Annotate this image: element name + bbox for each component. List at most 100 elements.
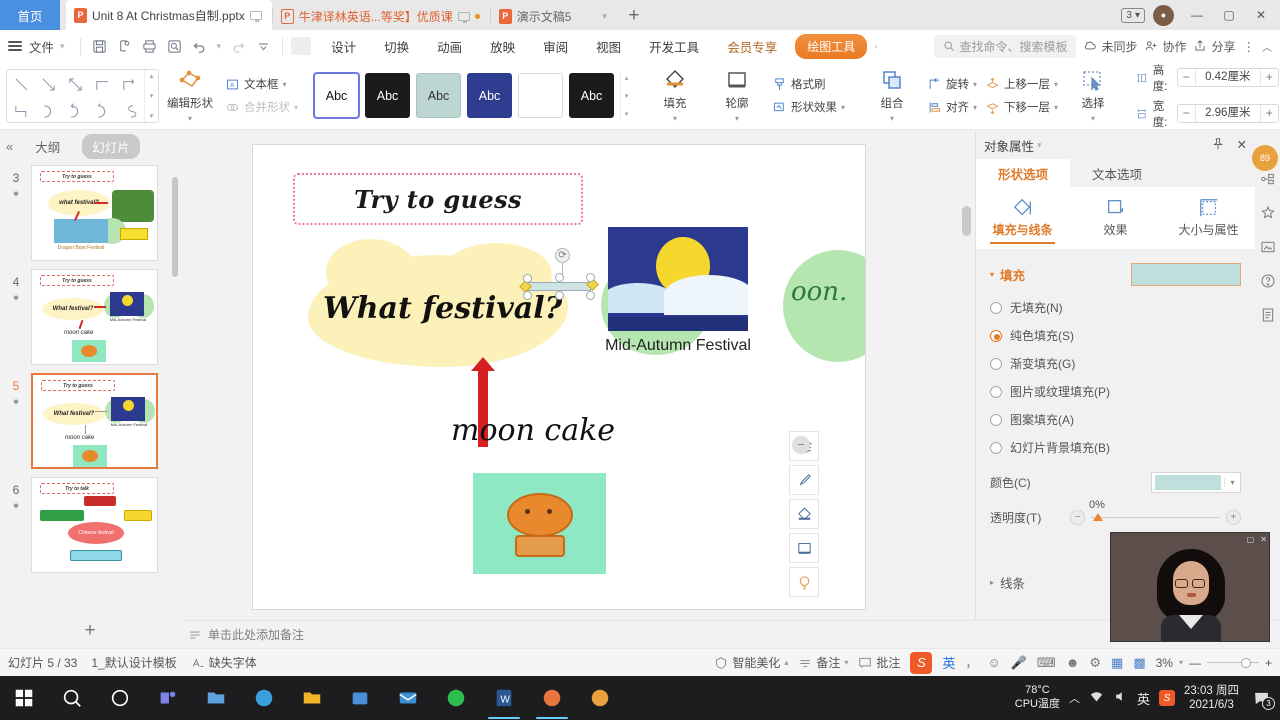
transparency-increase-button[interactable]: + — [1226, 510, 1241, 525]
comment-button[interactable]: 批注 — [858, 654, 900, 671]
slide-thumbnail-6[interactable]: 6 ✷ Try to talk Chinese festival — [0, 473, 180, 577]
format-painter-icon[interactable] — [789, 465, 819, 495]
slide-preview-6[interactable]: Try to talk Chinese festival — [31, 477, 158, 573]
feature-badge[interactable]: 89 — [1252, 145, 1278, 171]
ime-voice-icon[interactable]: 🎤 — [1011, 655, 1027, 671]
radio-picture-texture-fill[interactable]: 图片或纹理填充(P) — [990, 383, 1241, 400]
shape-style-3[interactable]: Abc — [416, 73, 462, 118]
ime-indicator[interactable]: 英 — [1137, 689, 1150, 708]
print-icon[interactable] — [139, 35, 161, 57]
width-decrease-button[interactable]: − — [1178, 105, 1195, 122]
webcam-maximize-icon[interactable]: ▢ — [1247, 535, 1255, 544]
close-button[interactable]: ✕ — [1246, 0, 1276, 30]
ribbon-tab-slideshow[interactable]: 放映 — [476, 32, 529, 61]
fill-icon[interactable] — [789, 499, 819, 529]
shape-gallery[interactable]: ▴ ▾ ▾ — [6, 68, 159, 123]
zoom-in-button[interactable]: + — [1265, 656, 1272, 670]
fill-button[interactable]: 填充 ▾ — [644, 67, 706, 125]
shape-style-4[interactable]: Abc — [467, 73, 513, 118]
new-tab-button[interactable]: + — [617, 2, 651, 30]
moon-cake-text[interactable]: moon cake — [451, 413, 615, 448]
sogou-tray-icon[interactable]: S — [1159, 690, 1176, 706]
home-tab[interactable]: 首页 — [0, 0, 60, 30]
document-tools-icon[interactable] — [1258, 305, 1278, 325]
document-tab-3[interactable]: P 演示文稿5 ▾ — [490, 2, 617, 30]
template-name[interactable]: 1_默认设计模板 — [91, 654, 176, 671]
shape-gallery-scrollbar[interactable]: ▴ ▾ ▾ — [144, 69, 158, 122]
search-box[interactable]: 查找命令、搜索模板 — [934, 34, 1077, 58]
ime-user-icon[interactable]: ☻ — [1066, 655, 1080, 670]
task-view-button[interactable] — [96, 676, 144, 720]
subtab-size-properties[interactable]: 大小与属性 — [1162, 195, 1255, 249]
undo-dropdown-icon[interactable]: ▾ — [214, 41, 225, 52]
network-icon[interactable] — [1089, 689, 1104, 707]
teams-app[interactable] — [144, 676, 192, 720]
ribbon-tab-member[interactable]: 会员专享 — [713, 32, 791, 61]
word-app[interactable]: W — [480, 676, 528, 720]
zoom-out-button[interactable]: — — [1189, 656, 1201, 670]
undo-icon[interactable] — [189, 35, 211, 57]
shape-elbow-connector-icon[interactable] — [89, 71, 116, 98]
scroll-more-icon[interactable]: ▾ — [150, 112, 154, 120]
view-sorter-icon[interactable]: ▩ — [1133, 655, 1145, 671]
slide-thumbnail-3[interactable]: 3 ✷ Try to guess what festival? Dragon B… — [0, 161, 180, 265]
width-value[interactable]: 2.96厘米 — [1194, 105, 1261, 122]
chevron-down-icon[interactable]: ▾ — [1034, 140, 1045, 151]
resize-handle-t[interactable] — [555, 273, 564, 282]
format-painter-button[interactable]: 格式刷 — [768, 74, 849, 94]
subtab-fill-and-line[interactable]: 填充与线条 — [976, 195, 1069, 249]
webcam-close-icon[interactable]: ✕ — [1260, 535, 1267, 544]
float-minus-button[interactable]: − — [792, 436, 810, 454]
slide-thumbnail-5[interactable]: 5 ✷ Try to guess What festival? Mid-Autu… — [0, 369, 180, 473]
scroll-up-icon[interactable]: ▴ — [625, 74, 629, 82]
app-menu-icon[interactable] — [8, 38, 22, 53]
ime-keyboard-icon[interactable]: ⌨ — [1037, 655, 1056, 671]
wechat-app[interactable] — [432, 676, 480, 720]
slide-counter[interactable]: 幻灯片 5 / 33 — [8, 654, 77, 671]
fill-section-header[interactable]: ▾ 填充 — [990, 263, 1241, 286]
edge-app[interactable] — [240, 676, 288, 720]
scroll-up-icon[interactable]: ▴ — [150, 72, 154, 80]
mid-autumn-picture[interactable] — [608, 227, 748, 331]
missing-font-status[interactable]: 缺失字体 — [191, 654, 257, 671]
add-slide-button[interactable]: + — [0, 620, 180, 642]
color-dropdown[interactable]: ▾ — [1151, 472, 1241, 493]
shape-style-2[interactable]: Abc — [365, 73, 411, 118]
notification-center-button[interactable]: 3 — [1248, 684, 1275, 712]
find-icon[interactable] — [164, 35, 186, 57]
pin-icon[interactable] — [1211, 137, 1225, 154]
collapse-ribbon-icon[interactable]: ︿ — [1262, 39, 1272, 54]
slide-canvas-area[interactable]: Try to guess What festival? T oon. Mid-A… — [180, 131, 975, 648]
transparency-decrease-button[interactable]: − — [1070, 510, 1085, 525]
slide-preview-5[interactable]: Try to guess What festival? Mid-Autumn F… — [31, 373, 158, 469]
save-icon[interactable] — [89, 35, 111, 57]
slide-preview-3[interactable]: Try to guess what festival? Dragon Boat … — [31, 165, 158, 261]
width-stepper[interactable]: − 2.96厘米 + — [1176, 104, 1279, 123]
slide-preview-4[interactable]: Try to guess What festival? Mid-Autumn F… — [31, 269, 158, 365]
radio-no-fill[interactable]: 无填充(N) — [990, 299, 1241, 316]
transparency-slider[interactable]: − 0% + — [1070, 499, 1241, 525]
merge-shapes-button[interactable]: 合并形状 ▾ — [221, 97, 302, 117]
ribbon-tab-transitions[interactable]: 切换 — [370, 32, 423, 61]
print-preview-icon[interactable] — [114, 35, 136, 57]
subtab-effects[interactable]: 效果 — [1069, 195, 1162, 249]
scroll-more-icon[interactable]: ▾ — [625, 110, 629, 118]
ribbon-scroll-right-icon[interactable]: › — [871, 41, 880, 51]
maximize-button[interactable]: ▢ — [1214, 0, 1244, 30]
store-app[interactable] — [336, 676, 384, 720]
shape-style-1[interactable]: Abc — [313, 72, 361, 119]
transparency-thumb[interactable] — [1093, 513, 1103, 521]
clock[interactable]: 23:03 周四 2021/6/3 — [1184, 684, 1239, 713]
more-options-icon[interactable]: ⋮ — [1243, 39, 1256, 54]
smart-idea-icon[interactable] — [789, 567, 819, 597]
ime-emoji-icon[interactable]: ☺ — [987, 655, 1000, 670]
browser-app[interactable] — [576, 676, 624, 720]
shape-elbow-arrow-icon[interactable] — [116, 71, 143, 98]
ime-settings-icon[interactable]: ⚙ — [1089, 655, 1101, 671]
shape-double-arrow-icon[interactable] — [62, 71, 89, 98]
volume-icon[interactable] — [1113, 689, 1128, 707]
fill-color-swatch[interactable] — [1131, 263, 1241, 286]
share-button[interactable]: 分享 — [1193, 38, 1236, 55]
scroll-down-icon[interactable]: ▾ — [625, 92, 629, 100]
chevron-down-icon[interactable]: ▾ — [1224, 478, 1240, 487]
